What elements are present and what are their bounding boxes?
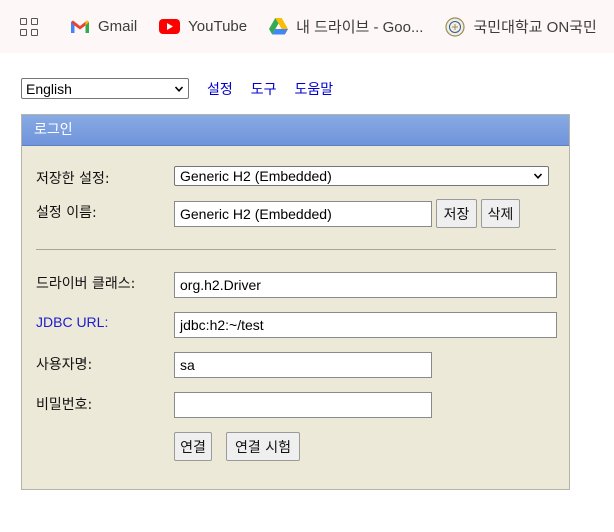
saved-settings-select-value: Generic H2 (Embedded) xyxy=(180,168,332,184)
driver-class-label: 드라이버 클래스: xyxy=(36,276,136,292)
login-panel: 로그인 저장한 설정: Generic H2 (Embedded) 설정 이름:… xyxy=(21,114,570,490)
login-panel-title: 로그인 xyxy=(22,115,569,146)
password-input[interactable] xyxy=(174,392,432,418)
language-select-value: English xyxy=(26,80,72,97)
password-label: 비밀번호: xyxy=(36,397,93,413)
settings-link[interactable]: 설정 xyxy=(207,79,233,99)
bookmark-kookmin-university[interactable]: 국민대학교 ON국민 xyxy=(445,16,597,37)
jdbc-url-label-link[interactable]: JDBC URL: xyxy=(36,314,108,330)
bookmark-youtube[interactable]: YouTube xyxy=(159,18,247,35)
bookmark-label: YouTube xyxy=(188,18,248,35)
divider xyxy=(36,249,556,250)
username-input[interactable]: sa xyxy=(174,352,432,378)
apps-grid-icon[interactable] xyxy=(20,17,38,36)
test-connection-button[interactable]: 연결 시험 xyxy=(226,432,300,461)
save-button[interactable]: 저장 xyxy=(436,199,477,228)
bookmark-label: Gmail xyxy=(98,18,138,35)
setting-name-label: 설정 이름: xyxy=(36,205,97,221)
top-controls: English 설정 도구 도움말 xyxy=(21,78,333,99)
bookmark-label: 내 드라이브 - Goo... xyxy=(296,19,424,36)
setting-name-input[interactable]: Generic H2 (Embedded) xyxy=(174,201,432,227)
saved-settings-label: 저장한 설정: xyxy=(36,171,110,187)
chevron-down-icon xyxy=(174,85,184,92)
bookmark-label: 국민대학교 ON국민 xyxy=(473,19,597,36)
kookmin-university-icon xyxy=(445,16,466,37)
google-drive-icon xyxy=(269,18,289,35)
driver-class-input[interactable]: org.h2.Driver xyxy=(174,272,557,298)
saved-settings-select[interactable]: Generic H2 (Embedded) xyxy=(174,166,549,186)
help-link[interactable]: 도움말 xyxy=(295,79,334,99)
bookmarks-bar: Gmail YouTube 내 드라이브 - Goo... 국민대학교 ON국민 xyxy=(0,0,614,53)
tools-link[interactable]: 도구 xyxy=(251,79,277,99)
jdbc-url-input[interactable]: jdbc:h2:~/test xyxy=(174,312,557,338)
language-select[interactable]: English xyxy=(21,78,189,99)
bookmark-gmail[interactable]: Gmail xyxy=(70,18,137,35)
delete-button[interactable]: 삭제 xyxy=(481,199,520,228)
connect-button[interactable]: 연결 xyxy=(174,432,212,461)
gmail-icon xyxy=(70,19,90,34)
chevron-down-icon xyxy=(533,173,543,179)
username-label: 사용자명: xyxy=(36,357,93,373)
youtube-icon xyxy=(159,19,181,34)
bookmark-google-drive[interactable]: 내 드라이브 - Goo... xyxy=(269,16,423,37)
